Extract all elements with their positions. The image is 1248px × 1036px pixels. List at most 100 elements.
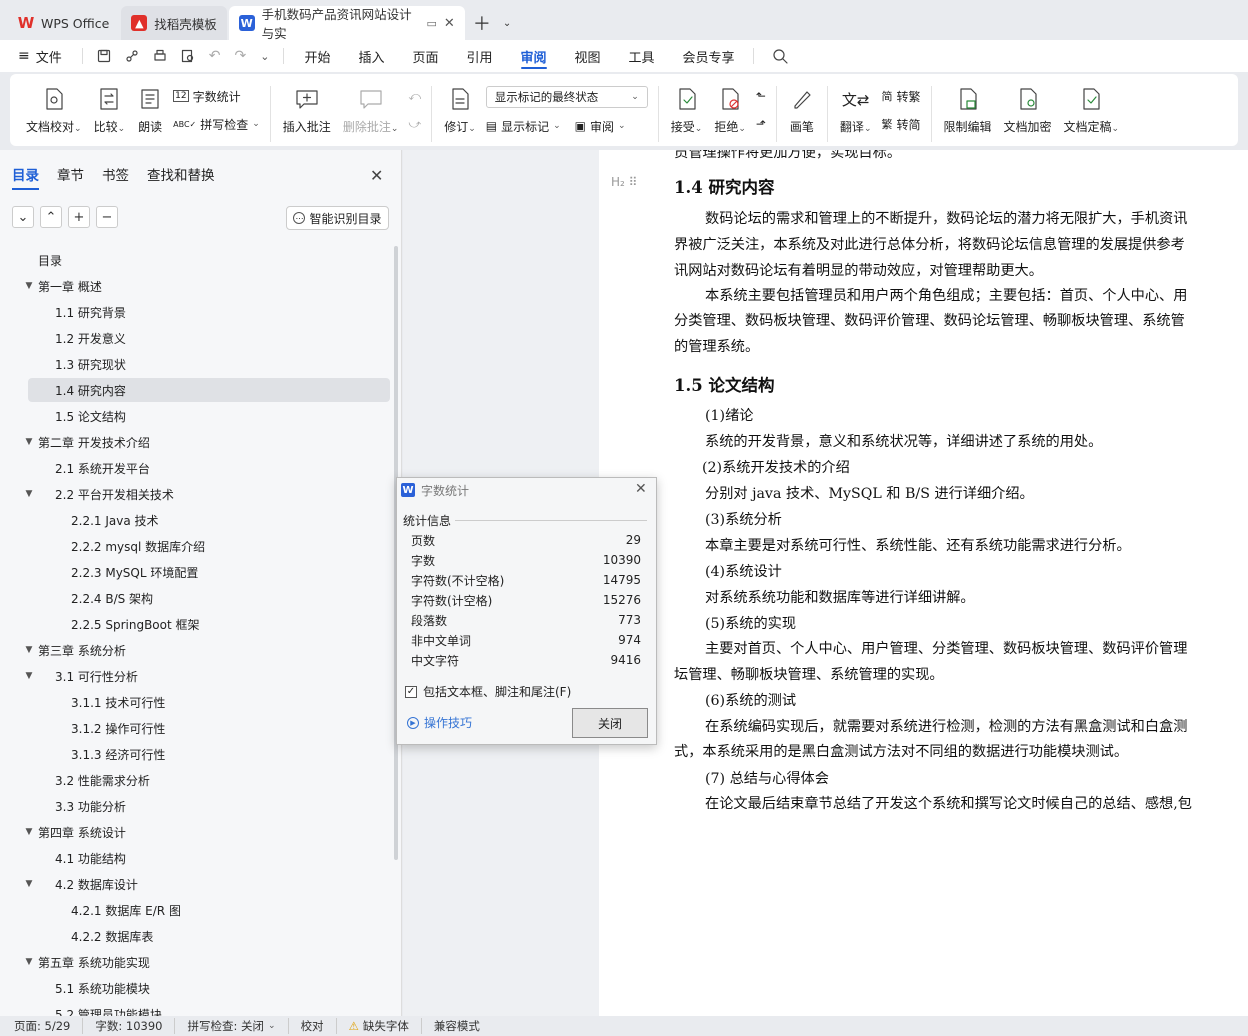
toc-item[interactable]: 2.2.4 B/S 架构 xyxy=(0,586,390,610)
expand-triangle-icon[interactable]: ▼ xyxy=(22,879,36,889)
heading-level-marker[interactable]: H₂ ⠿ xyxy=(611,175,637,189)
menu-view[interactable]: 视图 xyxy=(561,40,615,72)
print-icon[interactable] xyxy=(153,49,167,63)
toc-item[interactable]: 2.2.3 MySQL 环境配置 xyxy=(0,560,390,584)
close-pane-icon[interactable]: ✕ xyxy=(370,166,383,185)
tab-document[interactable]: W 手机数码产品资讯网站设计与实 ▭ ✕ xyxy=(228,6,465,41)
proofread-button[interactable]: 文档校对⌄ xyxy=(10,80,88,135)
toc-item[interactable]: 1.1 研究背景 xyxy=(0,300,390,324)
status-page[interactable]: 页面: 5/29 xyxy=(14,1018,84,1034)
prev-change-icon[interactable]: ⬑ xyxy=(756,86,766,106)
menu-page[interactable]: 页面 xyxy=(398,40,452,72)
tab-bookmarks[interactable]: 书签 xyxy=(102,164,129,184)
share-icon[interactable] xyxy=(125,49,139,63)
next-comment-icon[interactable]: ⤻ xyxy=(408,114,421,134)
insert-comment-button[interactable]: 插入批注 xyxy=(277,80,337,135)
menu-review[interactable]: 审阅 xyxy=(507,40,561,72)
menu-reference[interactable]: 引用 xyxy=(452,40,506,72)
toc-item[interactable]: ▼ 2.2 平台开发相关技术 xyxy=(0,482,390,506)
status-spell[interactable]: 拼写检查: 关闭 ⌄ xyxy=(187,1018,289,1034)
redo-icon[interactable]: ↷ xyxy=(234,48,246,64)
tips-link[interactable]: ▶ 操作技巧 xyxy=(407,714,472,731)
menu-member[interactable]: 会员专享 xyxy=(669,40,749,72)
more-chevron-icon[interactable]: ⌄ xyxy=(260,50,269,63)
expand-triangle-icon[interactable]: ▼ xyxy=(22,281,36,291)
word-count-button[interactable]: 12 字数统计 xyxy=(173,86,260,106)
toc-item[interactable]: 1.3 研究现状 xyxy=(0,352,390,376)
expand-triangle-icon[interactable]: ▼ xyxy=(22,957,36,967)
toc-item[interactable]: ▼ 第四章 系统设计 xyxy=(0,820,390,844)
tab-template[interactable]: ▲ 找稻壳模板 xyxy=(121,6,227,40)
toc-item[interactable]: 1.5 论文结构 xyxy=(0,404,390,428)
toc-item[interactable]: ▼ 3.1 可行性分析 xyxy=(0,664,390,688)
reject-button[interactable]: 拒绝⌄ xyxy=(708,80,752,135)
toc-item[interactable]: 3.3 功能分析 xyxy=(0,794,390,818)
menu-insert[interactable]: 插入 xyxy=(344,40,398,72)
toc-item[interactable]: 2.2.1 Java 技术 xyxy=(0,508,390,532)
read-aloud-button[interactable]: 朗读 xyxy=(131,80,169,135)
tab-find-replace[interactable]: 查找和替换 xyxy=(147,164,215,184)
include-textbox-checkbox[interactable]: ✓ 包括文本框、脚注和尾注(F) xyxy=(405,683,571,700)
toc-item[interactable]: 3.1.3 经济可行性 xyxy=(0,742,390,766)
toc-item[interactable]: ▼ 第五章 系统功能实现 xyxy=(0,950,390,974)
pen-button[interactable]: 画笔 xyxy=(783,80,821,135)
remove-level-icon[interactable]: − xyxy=(96,206,118,228)
toc-item[interactable]: 目录 xyxy=(0,248,390,272)
markup-state-select[interactable]: 显示标记的最终状态 ⌄ xyxy=(485,86,648,108)
toc-item[interactable]: ▼ 4.2 数据库设计 xyxy=(0,872,390,896)
toc-item[interactable]: ▼ 第二章 开发技术介绍 xyxy=(0,430,390,454)
menu-start[interactable]: 开始 xyxy=(290,40,344,72)
status-missing-font[interactable]: ⚠ 缺失字体 xyxy=(349,1018,422,1034)
toc-item[interactable]: 5.2 管理员功能模块 xyxy=(0,1002,390,1017)
next-change-icon[interactable]: ⬏ xyxy=(756,114,766,134)
expand-triangle-icon[interactable]: ▼ xyxy=(22,645,36,655)
screen-icon[interactable]: ▭ xyxy=(427,17,437,30)
toc-item[interactable]: 3.1.1 技术可行性 xyxy=(0,690,390,714)
translate-button[interactable]: 文⇄ 翻译⌄ xyxy=(834,80,878,135)
toc-item[interactable]: 3.2 性能需求分析 xyxy=(0,768,390,792)
menu-tools[interactable]: 工具 xyxy=(615,40,669,72)
add-level-icon[interactable]: + xyxy=(68,206,90,228)
show-markup-button[interactable]: ▤ 显示标记 ⌄ xyxy=(486,116,561,136)
tab-chapters[interactable]: 章节 xyxy=(57,164,84,184)
restrict-edit-button[interactable]: 限制编辑 xyxy=(938,80,998,135)
finalize-button[interactable]: 文档定稿⌄ xyxy=(1058,80,1126,135)
delete-comment-button[interactable]: 删除批注⌄ xyxy=(337,80,405,135)
toc-item[interactable]: 1.4 研究内容 xyxy=(28,378,390,402)
status-proof[interactable]: 校对 xyxy=(301,1018,337,1034)
collapse-up-icon[interactable]: ⌃ xyxy=(40,206,62,228)
expand-triangle-icon[interactable]: ▼ xyxy=(22,671,36,681)
tab-wps-office[interactable]: W WPS Office xyxy=(8,6,119,40)
tab-toc[interactable]: 目录 xyxy=(12,164,39,190)
toc-item[interactable]: 2.1 系统开发平台 xyxy=(0,456,390,480)
toc-item[interactable]: 1.2 开发意义 xyxy=(0,326,390,350)
undo-icon[interactable]: ↶ xyxy=(209,48,221,64)
toc-item[interactable]: ▼ 第一章 概述 xyxy=(0,274,390,298)
menu-file[interactable]: ≡ 文件 xyxy=(14,40,76,72)
expand-down-icon[interactable]: ⌄ xyxy=(12,206,34,228)
tab-list-chevron-icon[interactable]: ⌄ xyxy=(499,6,515,40)
toc-item[interactable]: 3.1.2 操作可行性 xyxy=(0,716,390,740)
revise-button[interactable]: 修订⌄ xyxy=(438,80,482,135)
search-icon[interactable] xyxy=(758,40,802,72)
toc-item[interactable]: 4.2.2 数据库表 xyxy=(0,924,390,948)
toc-item[interactable]: 5.1 系统功能模块 xyxy=(0,976,390,1000)
accept-button[interactable]: 接受⌄ xyxy=(665,80,709,135)
new-tab-button[interactable]: ＋ xyxy=(467,6,497,40)
toc-item[interactable]: 4.1 功能结构 xyxy=(0,846,390,870)
close-button[interactable]: 关闭 xyxy=(572,708,648,738)
toc-item[interactable]: 2.2.5 SpringBoot 框架 xyxy=(0,612,390,636)
expand-triangle-icon[interactable]: ▼ xyxy=(22,827,36,837)
smart-toc-button[interactable]: ⋯ 智能识别目录 xyxy=(286,206,389,230)
to-simplified-button[interactable]: 繁转简 xyxy=(881,114,920,134)
status-words[interactable]: 字数: 10390 xyxy=(95,1018,176,1034)
close-tab-icon[interactable]: ✕ xyxy=(444,16,455,31)
expand-triangle-icon[interactable]: ▼ xyxy=(22,489,36,499)
toc-item[interactable]: ▼ 第三章 系统分析 xyxy=(0,638,390,662)
preview-icon[interactable] xyxy=(181,49,195,63)
expand-triangle-icon[interactable]: ▼ xyxy=(22,437,36,447)
dialog-close-icon[interactable]: ✕ xyxy=(635,481,647,497)
to-traditional-button[interactable]: 简转繁 xyxy=(881,86,920,106)
encrypt-button[interactable]: 文档加密 xyxy=(998,80,1058,135)
toc-item[interactable]: 2.2.2 mysql 数据库介绍 xyxy=(0,534,390,558)
